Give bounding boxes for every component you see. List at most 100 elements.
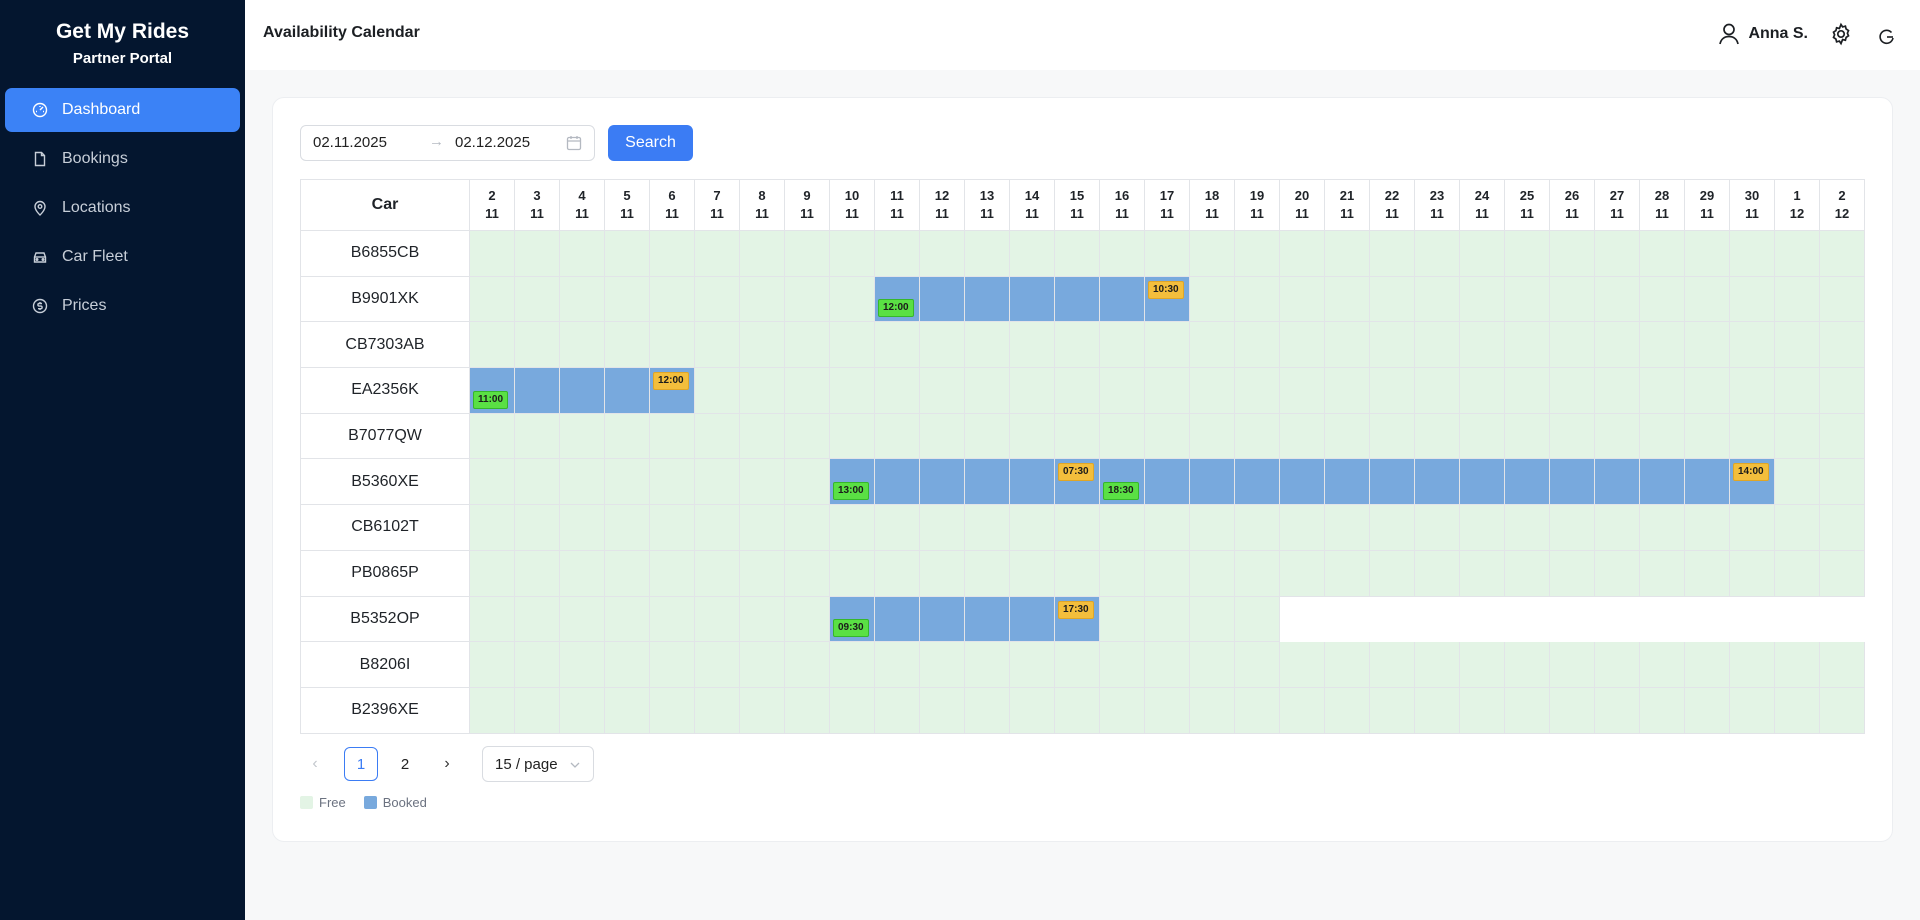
free-day-cell[interactable] <box>1639 549 1685 597</box>
page-size-select[interactable]: 15 / page <box>482 746 594 782</box>
sidebar-item-locations[interactable]: Locations <box>5 186 240 230</box>
free-day-cell[interactable] <box>1144 549 1190 597</box>
free-day-cell[interactable] <box>829 412 875 460</box>
booked-day-cell[interactable] <box>1414 458 1460 506</box>
free-day-cell[interactable] <box>964 686 1010 734</box>
free-day-cell[interactable] <box>1729 686 1775 734</box>
free-day-cell[interactable] <box>1009 321 1055 369</box>
free-day-cell[interactable] <box>919 367 965 414</box>
free-day-cell[interactable] <box>469 686 515 734</box>
free-day-cell[interactable] <box>874 549 920 597</box>
booked-day-cell[interactable] <box>1054 275 1100 323</box>
free-day-cell[interactable] <box>514 230 560 277</box>
car-plate[interactable]: CB6102T <box>300 504 470 551</box>
free-day-cell[interactable] <box>649 549 695 597</box>
car-plate[interactable]: B2396XE <box>300 686 470 734</box>
free-day-cell[interactable] <box>1234 595 1280 643</box>
free-day-cell[interactable] <box>874 321 920 369</box>
free-day-cell[interactable] <box>1324 686 1370 734</box>
prev-page-icon[interactable]: ‹ <box>300 749 330 779</box>
free-day-cell[interactable] <box>559 641 605 688</box>
booked-day-cell[interactable]: 18:30 <box>1099 458 1145 506</box>
free-day-cell[interactable] <box>1684 412 1730 460</box>
free-day-cell[interactable] <box>1504 686 1550 734</box>
sidebar-item-prices[interactable]: Prices <box>5 284 240 328</box>
booked-day-cell[interactable] <box>964 458 1010 506</box>
free-day-cell[interactable] <box>649 595 695 643</box>
free-day-cell[interactable] <box>739 412 785 460</box>
free-day-cell[interactable] <box>1144 367 1190 414</box>
free-day-cell[interactable] <box>1189 686 1235 734</box>
booked-day-cell[interactable] <box>919 595 965 643</box>
free-day-cell[interactable] <box>1099 686 1145 734</box>
free-day-cell[interactable] <box>919 230 965 277</box>
free-day-cell[interactable] <box>1369 641 1415 688</box>
free-day-cell[interactable] <box>874 412 920 460</box>
free-day-cell[interactable] <box>1009 504 1055 551</box>
free-day-cell[interactable] <box>1819 412 1865 460</box>
free-day-cell[interactable] <box>1099 549 1145 597</box>
booked-day-cell[interactable] <box>919 275 965 323</box>
booked-day-cell[interactable]: 13:00 <box>829 458 875 506</box>
free-day-cell[interactable] <box>469 230 515 277</box>
free-day-cell[interactable] <box>1324 275 1370 323</box>
next-page-icon[interactable]: › <box>432 749 462 779</box>
car-plate[interactable]: EA2356K <box>300 367 470 414</box>
free-day-cell[interactable] <box>784 641 830 688</box>
free-day-cell[interactable] <box>1324 412 1370 460</box>
free-day-cell[interactable] <box>1774 275 1820 323</box>
free-day-cell[interactable] <box>739 641 785 688</box>
free-day-cell[interactable] <box>1279 321 1325 369</box>
free-day-cell[interactable] <box>559 230 605 277</box>
free-day-cell[interactable] <box>784 412 830 460</box>
free-day-cell[interactable] <box>1819 504 1865 551</box>
free-day-cell[interactable] <box>1009 549 1055 597</box>
free-day-cell[interactable] <box>469 504 515 551</box>
free-day-cell[interactable] <box>1144 321 1190 369</box>
free-day-cell[interactable] <box>694 595 740 643</box>
free-day-cell[interactable] <box>1459 686 1505 734</box>
free-day-cell[interactable] <box>1729 275 1775 323</box>
search-button[interactable]: Search <box>608 125 693 161</box>
free-day-cell[interactable] <box>1504 367 1550 414</box>
free-day-cell[interactable] <box>604 275 650 323</box>
car-plate[interactable]: B5352OP <box>300 595 470 643</box>
free-day-cell[interactable] <box>694 230 740 277</box>
free-day-cell[interactable] <box>1819 321 1865 369</box>
free-day-cell[interactable] <box>1054 412 1100 460</box>
free-day-cell[interactable] <box>1099 321 1145 369</box>
free-day-cell[interactable] <box>514 549 560 597</box>
free-day-cell[interactable] <box>1549 412 1595 460</box>
car-plate[interactable]: B5360XE <box>300 458 470 506</box>
booked-day-cell[interactable]: 17:30 <box>1054 595 1100 643</box>
free-day-cell[interactable] <box>829 321 875 369</box>
free-day-cell[interactable] <box>964 367 1010 414</box>
free-day-cell[interactable] <box>649 230 695 277</box>
free-day-cell[interactable] <box>1279 412 1325 460</box>
free-day-cell[interactable] <box>1729 230 1775 277</box>
free-day-cell[interactable] <box>469 275 515 323</box>
car-plate[interactable]: B6855CB <box>300 230 470 277</box>
free-day-cell[interactable] <box>784 504 830 551</box>
free-day-cell[interactable] <box>1009 412 1055 460</box>
free-day-cell[interactable] <box>1054 321 1100 369</box>
sidebar-item-bookings[interactable]: Bookings <box>5 137 240 181</box>
free-day-cell[interactable] <box>1774 412 1820 460</box>
free-day-cell[interactable] <box>649 412 695 460</box>
car-plate[interactable]: B9901XK <box>300 275 470 323</box>
free-day-cell[interactable] <box>1684 504 1730 551</box>
free-day-cell[interactable] <box>1414 641 1460 688</box>
free-day-cell[interactable] <box>1234 504 1280 551</box>
free-day-cell[interactable] <box>1459 275 1505 323</box>
free-day-cell[interactable] <box>1639 230 1685 277</box>
free-day-cell[interactable] <box>604 641 650 688</box>
free-day-cell[interactable] <box>1504 275 1550 323</box>
free-day-cell[interactable] <box>1144 686 1190 734</box>
free-day-cell[interactable] <box>964 230 1010 277</box>
free-day-cell[interactable] <box>964 549 1010 597</box>
free-day-cell[interactable] <box>1054 686 1100 734</box>
free-day-cell[interactable] <box>1459 321 1505 369</box>
free-day-cell[interactable] <box>829 367 875 414</box>
free-day-cell[interactable] <box>784 367 830 414</box>
booked-day-cell[interactable]: 12:00 <box>649 367 695 414</box>
